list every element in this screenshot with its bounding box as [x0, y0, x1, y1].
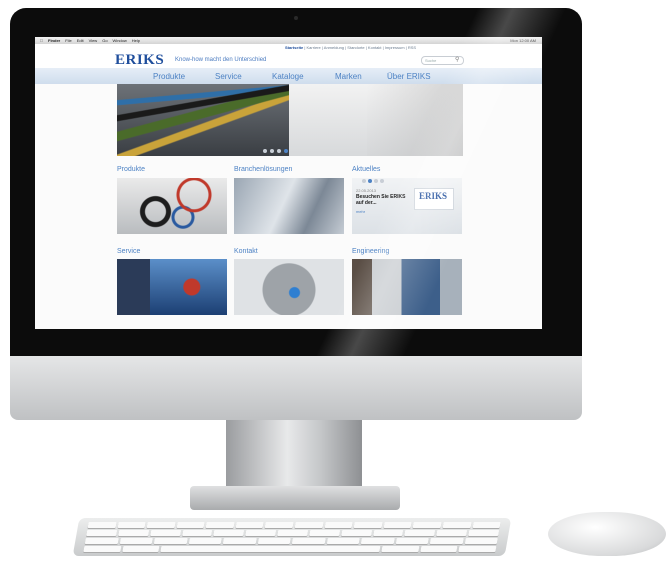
tagline: Know-how macht den Unterschied — [175, 57, 267, 63]
menu-edit[interactable]: Edit — [77, 38, 84, 43]
aktuelles-more-link[interactable]: mehr — [356, 209, 365, 214]
tile-title-branchen[interactable]: Branchenlösungen — [234, 166, 292, 173]
nav-marken[interactable]: Marken — [335, 72, 362, 81]
tile-title-service[interactable]: Service — [117, 248, 140, 255]
menubar-clock: Mon 12:00 AM — [510, 38, 536, 43]
link-anmeldung[interactable]: Anmeldung — [324, 45, 344, 50]
link-startseite[interactable]: Startseite — [285, 45, 303, 50]
aktuelles-dot[interactable] — [362, 179, 366, 183]
keyboard — [72, 518, 512, 556]
tile-service-image[interactable] — [117, 259, 227, 315]
tile-produkte-image[interactable] — [117, 178, 227, 234]
imac-stand — [226, 420, 362, 496]
tile-branchen-image[interactable] — [234, 178, 344, 234]
link-rss[interactable]: RSS — [408, 45, 416, 50]
tile-aktuelles[interactable]: 22.05.2013 Besuchen Sie ERIKS auf der...… — [352, 178, 462, 234]
main-nav: Produkte Service Kataloge Marken Über ER… — [35, 68, 542, 84]
hero-dot[interactable] — [263, 149, 267, 153]
screen:  Finder File Edit View Go Window Help M… — [35, 37, 542, 329]
aktuelles-date: 22.05.2013 — [356, 188, 377, 193]
hero-pagination — [263, 149, 288, 153]
top-links: Startseite | Karriere | Anmeldung | Stan… — [285, 45, 417, 50]
hero-dot-active[interactable] — [284, 149, 288, 153]
link-impressum[interactable]: Impressum — [385, 45, 405, 50]
aktuelles-pagination — [362, 179, 384, 183]
hero-shadow — [367, 84, 463, 156]
aktuelles-logo: ERIKS — [414, 188, 454, 210]
link-kontakt[interactable]: Kontakt — [368, 45, 382, 50]
hero-dot[interactable] — [277, 149, 281, 153]
aktuelles-headline[interactable]: Besuchen Sie ERIKS auf der... — [356, 194, 408, 206]
menu-window[interactable]: Window — [113, 38, 127, 43]
tile-kontakt-map[interactable] — [234, 259, 344, 315]
tile-title-aktuelles[interactable]: Aktuelles — [352, 166, 380, 173]
link-standorte[interactable]: Standorte — [347, 45, 364, 50]
aktuelles-dot-active[interactable] — [368, 179, 372, 183]
camera-dot — [294, 16, 298, 20]
mac-menubar:  Finder File Edit View Go Window Help M… — [35, 37, 542, 44]
aktuelles-dot[interactable] — [374, 179, 378, 183]
menu-view[interactable]: View — [89, 38, 98, 43]
aktuelles-logo-text: ERIKS — [419, 191, 448, 201]
imac-chin — [10, 356, 582, 420]
tile-title-kontakt[interactable]: Kontakt — [234, 248, 258, 255]
menu-help[interactable]: Help — [132, 38, 140, 43]
menu-file[interactable]: File — [65, 38, 71, 43]
nav-ueber-eriks[interactable]: Über ERIKS — [387, 72, 431, 81]
eriks-logo[interactable]: ERIKS — [115, 52, 164, 69]
apple-icon[interactable]:  — [40, 38, 43, 43]
nav-kataloge[interactable]: Kataloge — [272, 72, 304, 81]
hero-dot[interactable] — [270, 149, 274, 153]
nav-produkte[interactable]: Produkte — [153, 72, 185, 81]
menu-finder[interactable]: Finder — [48, 38, 60, 43]
link-karriere[interactable]: Karriere — [307, 45, 321, 50]
menu-go[interactable]: Go — [102, 38, 107, 43]
nav-service[interactable]: Service — [215, 72, 242, 81]
aktuelles-dot[interactable] — [380, 179, 384, 183]
tile-engineering-image[interactable] — [352, 259, 462, 315]
search-icon[interactable]: ⚲ — [455, 56, 459, 63]
magic-mouse — [548, 512, 666, 556]
tile-title-engineering[interactable]: Engineering — [352, 248, 389, 255]
imac-stand-foot — [190, 486, 400, 510]
tile-title-produkte[interactable]: Produkte — [117, 166, 145, 173]
hero-image-hoses[interactable] — [117, 84, 289, 156]
